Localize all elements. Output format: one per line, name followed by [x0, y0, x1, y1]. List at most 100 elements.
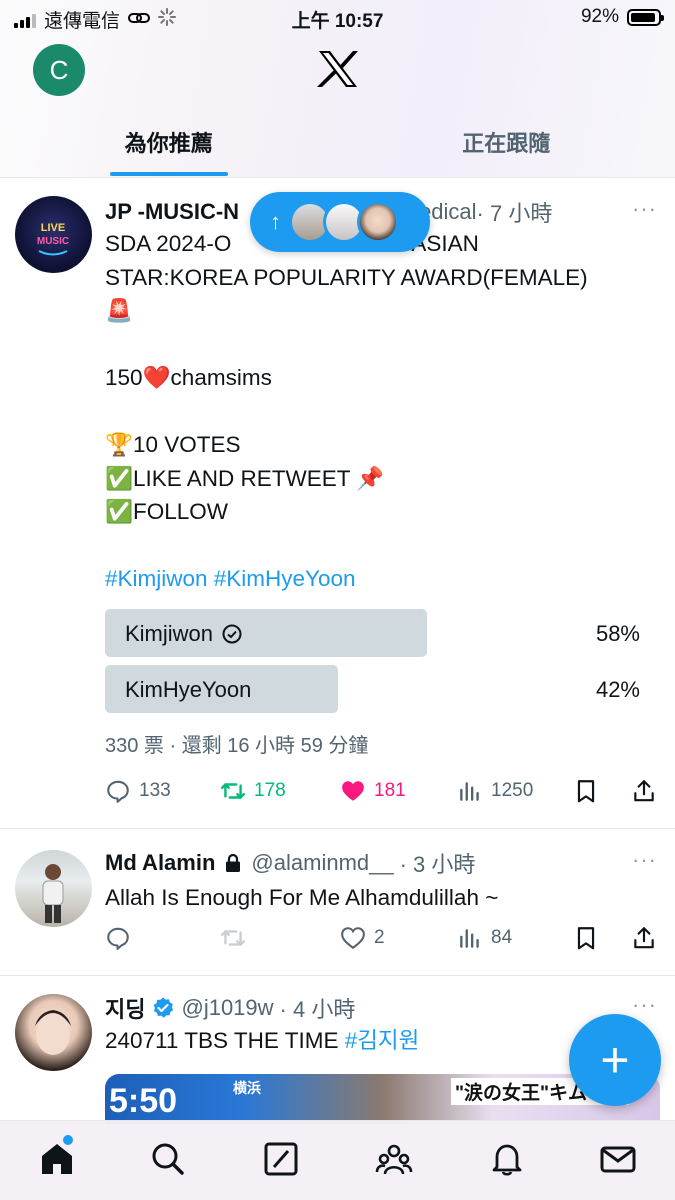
text-line: SDA 2024-O	[105, 231, 232, 256]
repost-count: 178	[254, 780, 286, 801]
share-button[interactable]	[631, 778, 657, 804]
tweet-text: SDA 2024-O ASIAN STAR:KOREA POPULARITY AW…	[105, 227, 650, 596]
svg-text:MUSIC: MUSIC	[37, 236, 69, 247]
arrow-up-icon: ↑	[270, 209, 281, 234]
bookmark-button[interactable]	[573, 925, 599, 951]
views-button[interactable]: 1250	[457, 778, 533, 804]
tweet-avatar[interactable]	[15, 994, 92, 1071]
tab-for-you[interactable]: 為你推薦	[0, 110, 338, 178]
tweet-1[interactable]: LIVE MUSIC JP -MUSIC-N edical · 7 小時 ···…	[0, 180, 675, 828]
poll-option-label: KimHyeYoon	[125, 677, 251, 703]
like-count: 2	[374, 927, 385, 948]
like-button[interactable]: 181	[340, 778, 406, 804]
text-line: ✅LIKE AND RETWEET 📌	[105, 465, 385, 491]
views-icon	[460, 782, 479, 801]
poll-percent: 42%	[595, 677, 640, 702]
views-count: 84	[491, 927, 513, 948]
x-logo-icon[interactable]	[316, 49, 360, 89]
views-count: 1250	[491, 780, 534, 801]
share-button[interactable]	[631, 925, 657, 951]
mail-icon[interactable]	[598, 1139, 638, 1179]
bookmark-icon	[577, 927, 595, 950]
media-place: 横浜	[233, 1080, 261, 1096]
tweet-text-body: 240711 TBS THE TIME	[105, 1028, 345, 1053]
live-music-logo-icon: LIVE MUSIC	[37, 222, 69, 256]
repost-button[interactable]: 178	[220, 778, 286, 804]
heart-filled-icon	[342, 781, 364, 801]
bookmark-button[interactable]	[573, 778, 599, 804]
reply-button[interactable]: 133	[105, 778, 171, 804]
avatar-letter: C	[49, 54, 69, 85]
verified-badge-icon	[154, 997, 174, 1018]
repost-button-disabled	[220, 925, 246, 951]
author-handle[interactable]: @j1019w	[181, 995, 273, 1021]
views-button[interactable]: 84	[457, 925, 512, 951]
clock: 上午 10:57	[291, 11, 384, 32]
author-name[interactable]: 지딩	[105, 992, 145, 1024]
grok-icon[interactable]	[261, 1139, 301, 1179]
share-icon	[634, 780, 654, 802]
more-options-button[interactable]: ···	[632, 196, 657, 222]
author-handle[interactable]: @alaminmd__	[251, 850, 393, 876]
tweet-avatar[interactable]	[15, 850, 92, 927]
bottom-navigation	[0, 1120, 675, 1200]
author-name[interactable]: Md Alamin	[105, 850, 215, 876]
tweet-header: 지딩 @j1019w · 4 小時	[105, 992, 355, 1024]
new-posts-pill[interactable]: ↑	[250, 192, 430, 252]
more-options-button[interactable]: ···	[632, 992, 657, 1018]
plus-icon: +	[600, 1032, 630, 1088]
author-name[interactable]: JP -MUSIC-N	[105, 199, 239, 225]
views-icon	[460, 929, 479, 948]
account-avatar[interactable]: C	[33, 44, 85, 96]
person-photo-icon	[42, 864, 64, 923]
tweet-2[interactable]: Md Alamin @alaminmd__ · 3 小時 ··· Allah I…	[0, 829, 675, 975]
text-line: STAR:KOREA POPULARITY AWARD(FEMALE)	[105, 264, 588, 290]
hashtag-links[interactable]: #Kimjiwon #KimHyeYoon	[105, 562, 650, 596]
poll-option-text: Kimjiwon	[125, 621, 214, 646]
svg-text:LIVE: LIVE	[41, 222, 65, 234]
text-line: ✅FOLLOW	[105, 499, 229, 524]
poll-option-label: Kimjiwon	[125, 621, 243, 647]
heart-icon	[341, 927, 365, 950]
check-circle-icon	[222, 624, 242, 644]
tweet-actions: 133 178 181 1250	[105, 778, 660, 810]
like-count: 181	[374, 780, 406, 801]
share-icon	[634, 927, 654, 949]
search-icon[interactable]	[148, 1139, 188, 1179]
tweet-avatar[interactable]: LIVE MUSIC	[15, 196, 92, 273]
tweet-actions: 2 84	[105, 925, 660, 957]
repost-icon	[220, 783, 246, 799]
poll-option-2: KimHyeYoon 42%	[105, 665, 655, 713]
home-icon[interactable]	[37, 1139, 77, 1179]
poll-option-text: KimHyeYoon	[125, 677, 252, 702]
hashtag-link[interactable]: #김지원	[345, 1028, 420, 1053]
poll-meta: 330 票 · 還剩 16 小時 59 分鐘	[105, 735, 369, 757]
communities-icon[interactable]	[374, 1139, 414, 1179]
poll-percent: 58%	[595, 621, 640, 646]
compose-post-button[interactable]: +	[569, 1014, 661, 1106]
tab-following-label: 正在跟隨	[462, 131, 551, 156]
tweet-time: · 4 小時	[279, 997, 356, 1022]
repost-icon	[220, 930, 246, 946]
like-button[interactable]: 2	[340, 925, 385, 951]
tweet-header: Md Alamin @alaminmd__ · 3 小時	[105, 847, 475, 879]
tweet-time: · 7 小時	[476, 201, 553, 226]
battery-icon	[627, 8, 664, 26]
reply-button[interactable]	[105, 925, 131, 951]
reply-icon	[107, 927, 129, 950]
more-options-button[interactable]: ···	[632, 847, 657, 873]
active-tab-indicator	[110, 172, 228, 176]
siren-emoji: 🚨	[105, 298, 134, 323]
lock-icon	[226, 853, 241, 872]
tab-for-you-label: 為你推薦	[124, 131, 213, 156]
tab-following[interactable]: 正在跟隨	[338, 110, 675, 178]
media-clock: 5:50	[109, 1082, 178, 1120]
tweet-text: Allah Is Enough For Me Alhamdulillah ~	[105, 885, 499, 910]
text-line: 150❤️chamsims	[105, 365, 272, 390]
tweet-text: 240711 TBS THE TIME #김지원	[105, 1024, 650, 1058]
pill-avatar	[357, 201, 399, 243]
poll-option-1: Kimjiwon 58%	[105, 609, 655, 657]
reply-count: 133	[139, 780, 171, 801]
bell-icon[interactable]	[487, 1139, 527, 1179]
feed-tabs: 為你推薦 正在跟隨	[0, 110, 675, 178]
